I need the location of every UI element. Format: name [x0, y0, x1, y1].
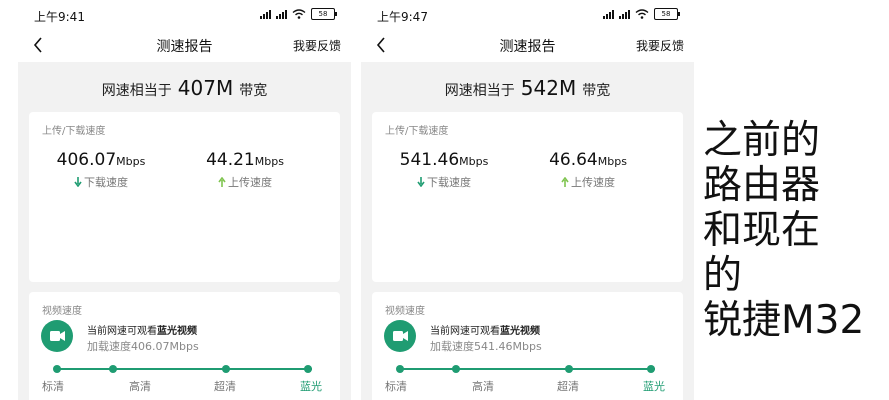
- bandwidth-prefix: 网速相当于: [101, 83, 172, 99]
- up-arrow-icon: [218, 177, 226, 187]
- signal-icon: [260, 9, 271, 19]
- video-card-label: 视频速度: [42, 306, 82, 317]
- status-bar: 上午9:47 58: [361, 0, 694, 32]
- phone-screenshot-after: 上午9:47 58 测速报告 我要反馈 网速相当于 542M 带宽 上传/下载速度 …: [361, 0, 694, 400]
- upload-speed: 44.21Mbps 上传速度: [175, 150, 315, 190]
- quality-label: 高清: [472, 380, 494, 393]
- video-card: 视频速度 当前网速可观看蓝光视频 加载速度406.07Mbps 标清 高清 超清…: [29, 292, 340, 400]
- quality-dot: [565, 365, 573, 373]
- speed-card: 上传/下载速度 541.46Mbps 下载速度 46.64Mbps 上传速度: [372, 112, 683, 282]
- report-content: 网速相当于 407M 带宽 上传/下载速度 406.07Mbps 下载速度 44.2…: [18, 62, 351, 400]
- download-label: 下载速度: [427, 176, 471, 189]
- upload-label: 上传速度: [571, 176, 615, 189]
- upload-unit: Mbps: [597, 155, 627, 168]
- battery-icon: 58: [311, 8, 337, 20]
- quality-dot: [452, 365, 460, 373]
- bandwidth-summary: 网速相当于 407M 带宽: [18, 76, 351, 100]
- feedback-button[interactable]: 我要反馈: [293, 37, 341, 54]
- caption-line: 之前的: [703, 118, 821, 163]
- video-quality-highlight: 蓝光视频: [500, 326, 540, 337]
- down-arrow-icon: [74, 177, 82, 187]
- signal-icon: [603, 9, 614, 19]
- phone-screenshot-before: 上午9:41 58 测速报告 我要反馈 网速相当于 407M 带宽 上传/下载速度 …: [18, 0, 351, 400]
- quality-label: 超清: [214, 380, 236, 393]
- video-load-speed: 加载速度541.46Mbps: [430, 340, 542, 353]
- download-unit: Mbps: [459, 155, 489, 168]
- caption-text: 之前的 路由器 和现在 的 锐捷M32: [703, 118, 889, 343]
- video-card-label: 视频速度: [385, 306, 425, 317]
- speed-card-label: 上传/下载速度: [385, 126, 449, 137]
- up-arrow-icon: [561, 177, 569, 187]
- bandwidth-suffix: 带宽: [582, 83, 611, 99]
- status-time: 上午9:41: [34, 10, 85, 24]
- signal-icon: [276, 9, 287, 19]
- feedback-button[interactable]: 我要反馈: [636, 37, 684, 54]
- nav-bar: 测速报告 我要反馈: [361, 32, 694, 62]
- caption-line: 的: [703, 253, 743, 298]
- download-speed: 406.07Mbps 下载速度: [31, 150, 171, 190]
- video-camera-icon: [384, 320, 416, 352]
- upload-unit: Mbps: [254, 155, 284, 168]
- quality-dot: [396, 365, 404, 373]
- quality-dot: [53, 365, 61, 373]
- quality-track: [400, 368, 655, 370]
- bandwidth-value: 542M: [520, 76, 577, 100]
- video-card: 视频速度 当前网速可观看蓝光视频 加载速度541.46Mbps 标清 高清 超清…: [372, 292, 683, 400]
- speed-card: 上传/下载速度 406.07Mbps 下载速度 44.21Mbps 上传速度: [29, 112, 340, 282]
- quality-dot: [109, 365, 117, 373]
- caption-line: 锐捷M32: [703, 298, 865, 343]
- status-time: 上午9:47: [377, 10, 428, 24]
- video-quality-text: 当前网速可观看蓝光视频: [430, 326, 540, 337]
- quality-label: 标清: [385, 380, 407, 393]
- caption-line: 路由器: [703, 163, 821, 208]
- bandwidth-summary: 网速相当于 542M 带宽: [361, 76, 694, 100]
- bandwidth-prefix: 网速相当于: [444, 83, 515, 99]
- quality-label: 超清: [557, 380, 579, 393]
- nav-bar: 测速报告 我要反馈: [18, 32, 351, 62]
- download-value: 406.07: [56, 150, 117, 170]
- report-content: 网速相当于 542M 带宽 上传/下载速度 541.46Mbps 下载速度 46.6…: [361, 62, 694, 400]
- quality-track: [57, 368, 312, 370]
- wifi-icon: [635, 9, 649, 19]
- upload-label: 上传速度: [228, 176, 272, 189]
- quality-label: 标清: [42, 380, 64, 393]
- quality-label-active: 蓝光: [300, 380, 322, 393]
- status-icons: 58: [603, 8, 680, 20]
- status-bar: 上午9:41 58: [18, 0, 351, 32]
- bandwidth-suffix: 带宽: [239, 83, 268, 99]
- video-quality-highlight: 蓝光视频: [157, 326, 197, 337]
- download-label: 下载速度: [84, 176, 128, 189]
- caption-line: 和现在: [703, 208, 821, 253]
- video-load-speed: 加载速度406.07Mbps: [87, 340, 199, 353]
- download-speed: 541.46Mbps 下载速度: [374, 150, 514, 190]
- quality-dot: [222, 365, 230, 373]
- quality-dot: [304, 365, 312, 373]
- speed-card-label: 上传/下载速度: [42, 126, 106, 137]
- video-quality-text: 当前网速可观看蓝光视频: [87, 326, 197, 337]
- quality-dot: [647, 365, 655, 373]
- signal-icon: [619, 9, 630, 19]
- upload-value: 46.64: [549, 150, 598, 170]
- download-value: 541.46: [399, 150, 460, 170]
- battery-icon: 58: [654, 8, 680, 20]
- download-unit: Mbps: [116, 155, 146, 168]
- upload-speed: 46.64Mbps 上传速度: [518, 150, 658, 190]
- down-arrow-icon: [417, 177, 425, 187]
- quality-label-active: 蓝光: [643, 380, 665, 393]
- wifi-icon: [292, 9, 306, 19]
- video-camera-icon: [41, 320, 73, 352]
- status-icons: 58: [260, 8, 337, 20]
- bandwidth-value: 407M: [177, 76, 234, 100]
- upload-value: 44.21: [206, 150, 255, 170]
- quality-label: 高清: [129, 380, 151, 393]
